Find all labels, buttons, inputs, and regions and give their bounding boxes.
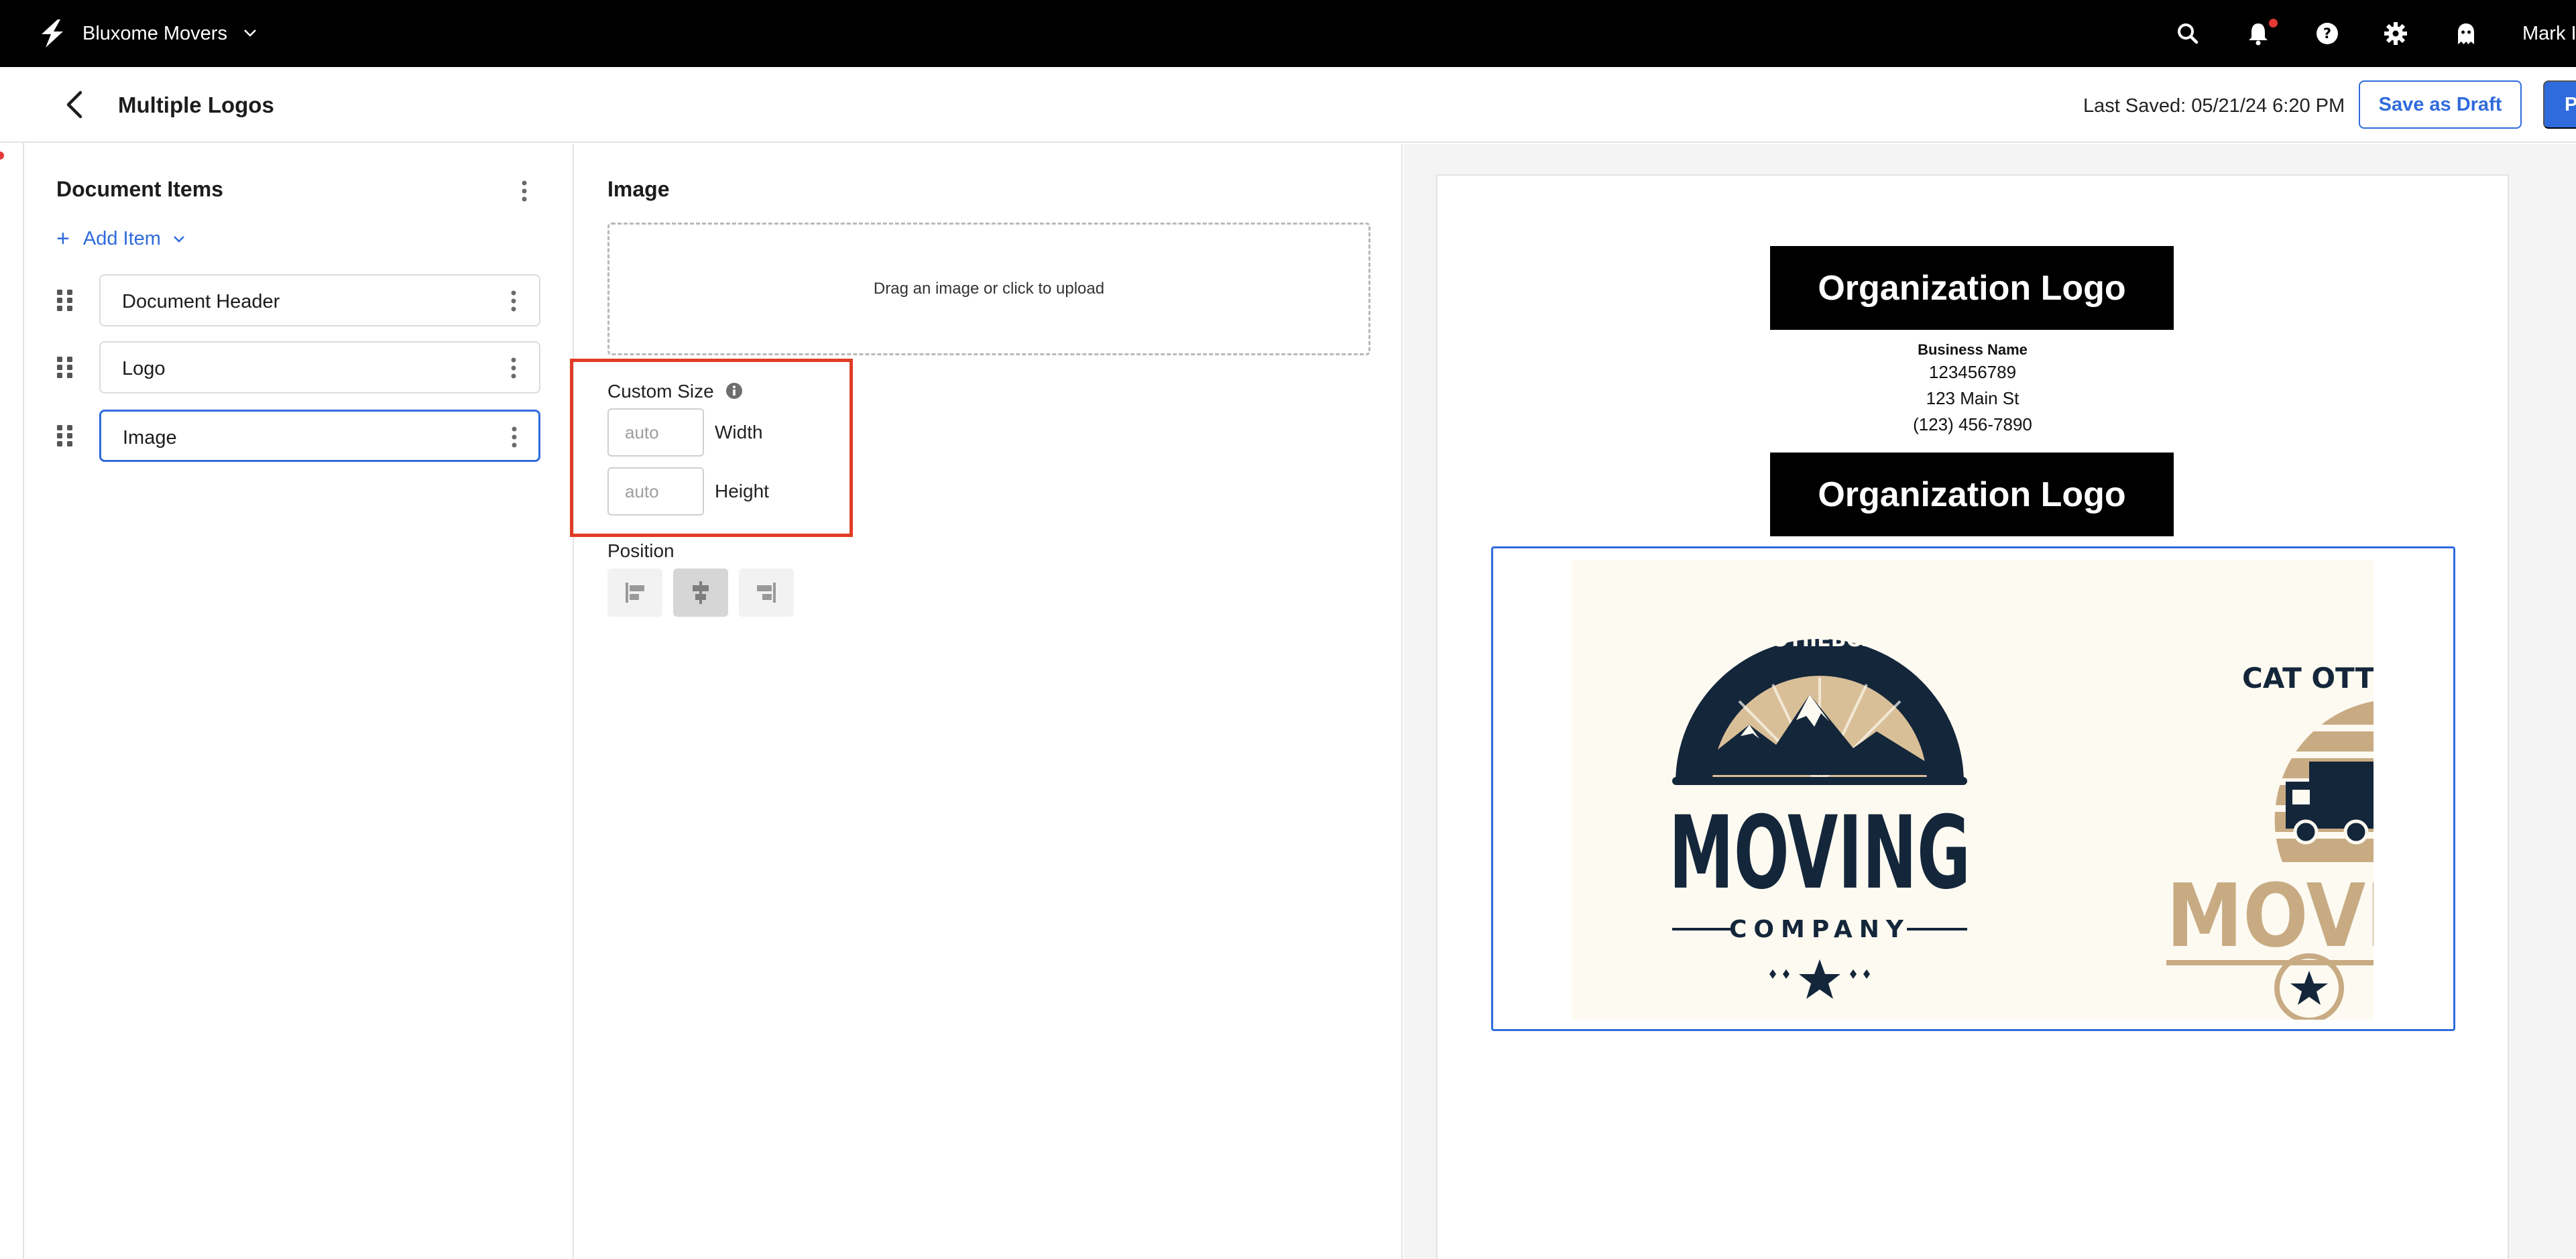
width-label: Width: [715, 422, 763, 442]
logo2-arc-text: CAT OTTIW STS: [2242, 662, 2374, 695]
logo1-sub-text: COMPANY: [1729, 916, 1910, 943]
height-input[interactable]: [607, 467, 704, 516]
moving-logos-illustration: VE GOTIIEBOXEBE MOVING COMPANY CAT OTT M…: [1669, 628, 2374, 1020]
selected-image-block[interactable]: VE GOTIIEBOXEBE MOVING COMPANY CAT OTT M…: [1491, 546, 2455, 1031]
top-nav-bar: Bluxome Movers ? Mark I: [0, 0, 2576, 67]
user-menu-name[interactable]: Mark I: [2522, 21, 2576, 46]
organization-logo-placeholder: Organization Logo: [1770, 246, 2174, 330]
svg-text:?: ?: [2323, 25, 2331, 42]
search-icon[interactable]: [2174, 20, 2201, 47]
bolt-logo-icon[interactable]: [38, 18, 67, 49]
logo2-main-text: MOVI: [2166, 865, 2374, 967]
document-preview-panel: Organization Logo Business Name 12345678…: [1404, 144, 2576, 1259]
drag-handle-icon[interactable]: [56, 289, 74, 312]
add-item-button[interactable]: + Add Item: [56, 225, 186, 252]
logo1-arc-text: VE GOTIIEBOXEBE: [1718, 628, 1921, 652]
align-left-icon: [626, 583, 644, 603]
document-items-panel: Document Items + Add Item Document Heade…: [24, 144, 574, 1259]
document-header-bar: Multiple Logos Last Saved: 05/21/24 6:20…: [0, 67, 2576, 143]
document-item-card[interactable]: Logo: [99, 341, 540, 394]
help-icon[interactable]: ?: [2314, 20, 2341, 47]
height-label: Height: [715, 481, 769, 501]
align-center-button[interactable]: [673, 568, 728, 617]
position-label: Position: [607, 540, 675, 561]
document-item-row: Image: [56, 410, 566, 462]
document-page: Organization Logo Business Name 12345678…: [1436, 174, 2509, 1259]
logo1-main-text: MOVING: [1669, 795, 1971, 912]
align-left-button[interactable]: [607, 568, 662, 617]
custom-size-label: Custom Size: [607, 381, 714, 402]
bell-icon[interactable]: [2245, 20, 2272, 47]
notification-badge: [2269, 19, 2278, 27]
align-right-icon: [757, 583, 776, 603]
document-item-label: Logo: [122, 358, 166, 379]
business-phone: (123) 456-7890: [1913, 414, 2032, 434]
upload-instructions: Drag an image or click to upload: [873, 280, 1105, 298]
gear-icon[interactable]: [2382, 20, 2409, 47]
add-item-label: Add Item: [82, 227, 161, 249]
document-item-card[interactable]: Document Header: [99, 274, 540, 326]
last-saved-status: Last Saved: 05/21/24 6:20 PM: [2083, 95, 2345, 117]
moving-company-logo: VE GOTIIEBOXEBE MOVING COMPANY: [1669, 628, 1971, 999]
item-options-icon[interactable]: [510, 356, 518, 380]
image-settings-panel: Image Drag an image or click to upload C…: [570, 144, 1403, 1259]
red-indicator-dot: [0, 152, 4, 160]
document-item-label: Document Header: [122, 291, 280, 312]
save-as-draft-button[interactable]: Save as Draft: [2359, 80, 2522, 129]
align-center-icon: [693, 581, 709, 604]
image-settings-heading: Image: [607, 177, 670, 201]
page-title: Multiple Logos: [118, 93, 274, 117]
item-options-icon[interactable]: [510, 425, 518, 449]
business-id: 123456789: [1928, 362, 2017, 382]
drag-handle-icon[interactable]: [56, 356, 74, 379]
moving-company-logos-image: VE GOTIIEBOXEBE MOVING COMPANY CAT OTT M…: [1572, 560, 2374, 1020]
align-right-button[interactable]: [739, 568, 794, 617]
chevron-down-icon: [174, 236, 184, 243]
organization-logo-placeholder: Organization Logo: [1770, 453, 2174, 536]
info-icon[interactable]: [725, 382, 743, 400]
plus-icon: +: [56, 226, 70, 251]
business-address: 123 Main St: [1926, 388, 2019, 408]
business-name: Business Name: [1918, 341, 2028, 358]
document-item-row: Logo: [56, 341, 566, 394]
more-options-icon[interactable]: [520, 179, 528, 203]
image-upload-dropzone[interactable]: Drag an image or click to upload: [607, 223, 1370, 355]
org-switcher-label[interactable]: Bluxome Movers: [82, 21, 227, 46]
moving-truck-logo: CAT OTTIW STS MOVI: [2166, 662, 2374, 1020]
document-items-heading: Document Items: [56, 177, 223, 201]
document-item-label: Image: [123, 427, 177, 448]
document-item-card-selected[interactable]: Image: [99, 410, 540, 462]
document-item-row: Document Header: [56, 274, 566, 326]
ghost-icon[interactable]: [2453, 20, 2479, 47]
back-arrow-icon[interactable]: [62, 89, 89, 120]
width-input[interactable]: [607, 408, 704, 457]
item-options-icon[interactable]: [510, 289, 518, 313]
chevron-down-icon[interactable]: [243, 25, 257, 40]
drag-handle-icon[interactable]: [56, 424, 74, 447]
publish-button[interactable]: P: [2543, 80, 2576, 129]
